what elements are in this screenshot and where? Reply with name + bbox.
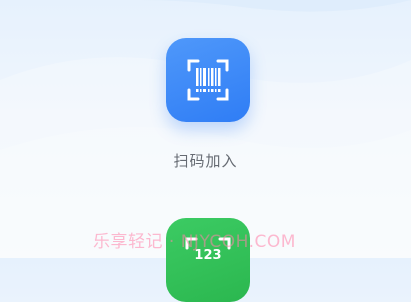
- scan-join-label[interactable]: 扫码加入: [0, 150, 411, 171]
- scan-join-button[interactable]: [166, 38, 250, 122]
- watermark: 乐享轻记 · NJYCOH.COM: [93, 232, 296, 252]
- barcode-scan-icon: [187, 59, 229, 101]
